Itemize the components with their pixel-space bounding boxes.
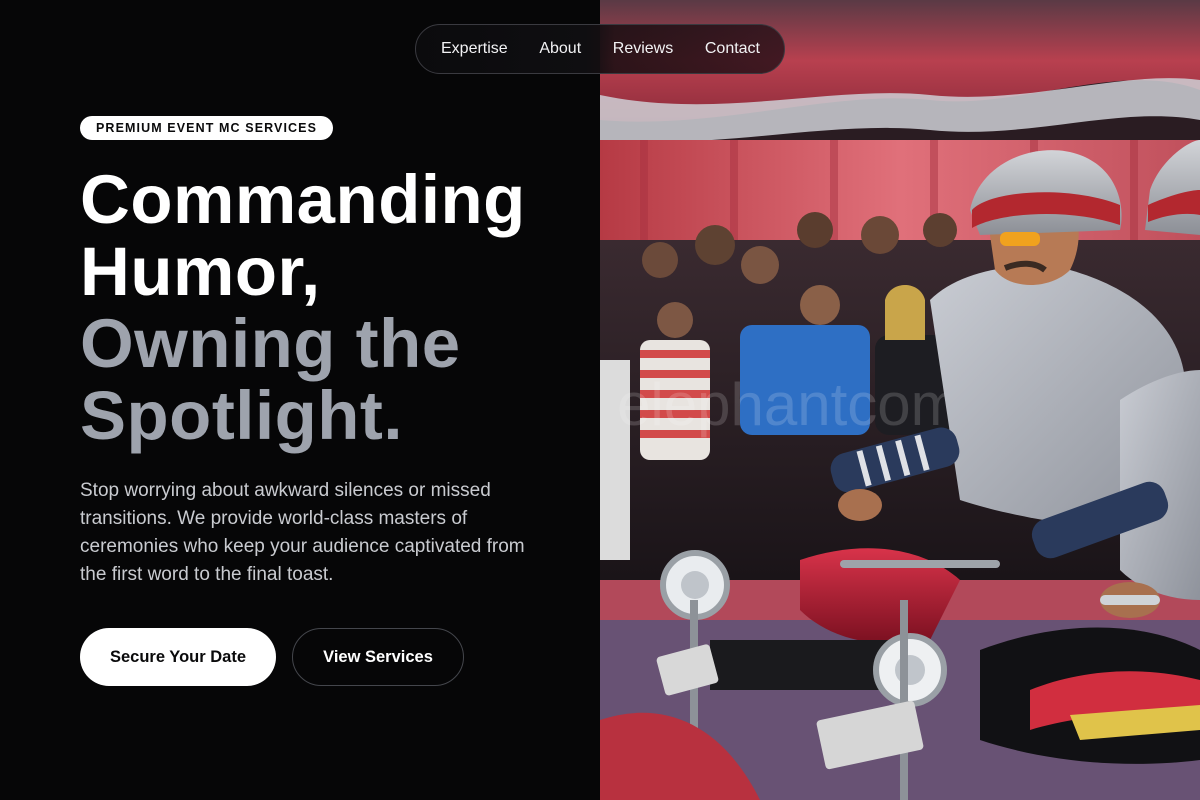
nav-link-contact[interactable]: Contact <box>705 40 760 58</box>
view-services-button[interactable]: View Services <box>292 628 464 686</box>
secure-your-date-button[interactable]: Secure Your Date <box>80 628 276 686</box>
headline-line-3: Owning the <box>80 305 461 382</box>
hero-description: Stop worrying about awkward silences or … <box>80 480 525 585</box>
headline-line-4: Spotlight. <box>80 377 404 454</box>
hero-badge: PREMIUM EVENT MC SERVICES <box>80 116 334 140</box>
nav-link-expertise[interactable]: Expertise <box>441 40 508 58</box>
hero-headline: Commanding Humor, Owning the Spotlight. <box>80 164 580 452</box>
hero-section: PREMIUM EVENT MC SERVICES Commanding Hum… <box>0 0 600 800</box>
motorcycle-parade-photo: elephantcomedy.com <box>600 0 1200 800</box>
headline-line-2: Humor, <box>80 233 321 310</box>
nav-link-reviews[interactable]: Reviews <box>613 40 673 58</box>
headline-line-1: Commanding <box>80 161 526 238</box>
nav-link-about[interactable]: About <box>539 40 581 58</box>
hero-photo: elephantcomedy.com <box>600 0 1200 800</box>
top-navigation: Expertise About Reviews Contact <box>415 24 785 74</box>
landing-page: PREMIUM EVENT MC SERVICES Commanding Hum… <box>0 0 1200 800</box>
